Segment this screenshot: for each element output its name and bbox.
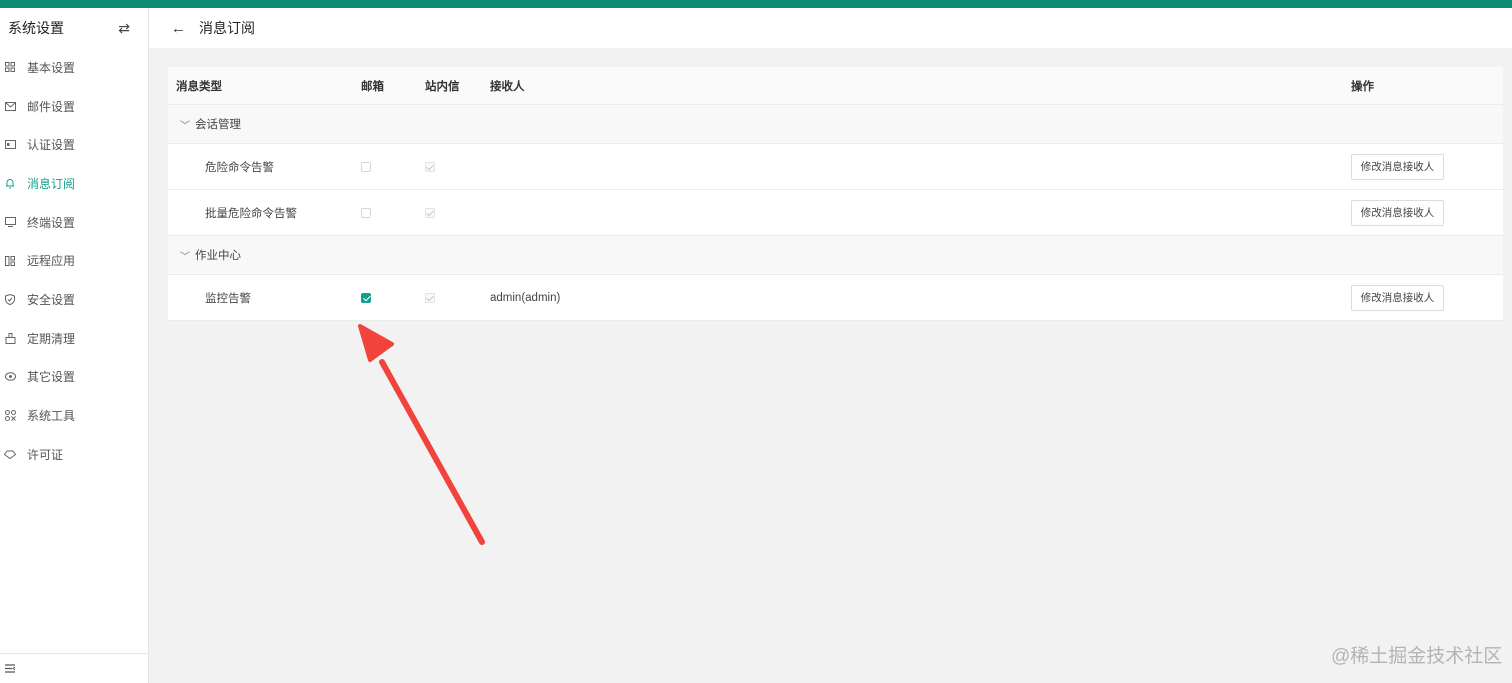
sidebar-item-tools[interactable]: 系统工具: [0, 396, 148, 435]
site-message-checkbox[interactable]: [425, 292, 435, 303]
table-header: 消息类型 邮箱 站内信 接收人 操作: [168, 67, 1503, 105]
sidebar-item-label: 认证设置: [27, 138, 76, 153]
sidebar-item-label: 定期清理: [27, 331, 76, 346]
group-name: 会话管理: [195, 119, 241, 131]
watermark: @稀土掘金技术社区: [1331, 646, 1503, 667]
sidebar-item-basic[interactable]: 基本设置: [0, 48, 148, 87]
broom-icon: [4, 332, 16, 344]
sidebar-item-label: 远程应用: [27, 254, 76, 269]
sidebar-item-remote-apps[interactable]: 远程应用: [0, 241, 148, 280]
sidebar-item-label: 系统工具: [27, 409, 76, 424]
sidebar-footer: [0, 653, 148, 683]
eye-icon: [4, 371, 16, 383]
mail-checkbox[interactable]: [361, 292, 371, 303]
id-card-icon: [4, 139, 16, 151]
site-message-checkbox[interactable]: [425, 207, 435, 218]
sidebar-menu: 基本设置 邮件设置 认证设置 消息订阅 终端设置 远程应用 安全设置 定期清理: [0, 48, 148, 474]
chevron-down-icon[interactable]: ﹀: [180, 248, 190, 263]
top-accent-bar: [0, 0, 1512, 8]
sidebar-item-label: 其它设置: [27, 370, 76, 385]
bell-icon: [4, 177, 16, 189]
mail-checkbox[interactable]: [361, 161, 371, 172]
tools-icon: [4, 410, 16, 422]
sidebar-item-label: 终端设置: [27, 215, 76, 230]
page-title: 消息订阅: [199, 20, 255, 36]
edit-receivers-button[interactable]: 修改消息接收人: [1351, 284, 1444, 311]
edit-receivers-button[interactable]: 修改消息接收人: [1351, 153, 1444, 180]
license-icon: [4, 448, 16, 460]
table-row: 监控告警 admin(admin) 修改消息接收人: [168, 275, 1503, 321]
sidebar-item-mail[interactable]: 邮件设置: [0, 87, 148, 126]
group-name: 作业中心: [195, 250, 241, 262]
sidebar: 系统设置 ⇄ 基本设置 邮件设置 认证设置 消息订阅 终端设置 远程应用 安全设…: [0, 8, 149, 683]
back-arrow-icon[interactable]: ←: [171, 20, 186, 37]
group-row-job-center[interactable]: ﹀ 作业中心: [168, 236, 1503, 275]
sidebar-item-other[interactable]: 其它设置: [0, 358, 148, 397]
page-header: ← 消息订阅: [149, 8, 1512, 48]
chevron-down-icon[interactable]: ﹀: [180, 117, 190, 132]
column-header-receivers: 接收人: [490, 80, 525, 93]
sidebar-item-security[interactable]: 安全设置: [0, 280, 148, 319]
sidebar-item-label: 安全设置: [27, 292, 76, 307]
subscription-table: 消息类型 邮箱 站内信 接收人 操作 ﹀ 会话管理 危险命令告警 修改消息接收人…: [168, 67, 1503, 321]
annotation-arrow: [358, 324, 485, 545]
apps-icon: [4, 255, 16, 267]
message-type-name: 危险命令告警: [205, 161, 274, 174]
switch-icon[interactable]: ⇄: [118, 20, 130, 37]
mail-icon: [4, 100, 16, 112]
sidebar-title: 系统设置: [8, 20, 64, 36]
message-type-name: 监控告警: [205, 292, 251, 305]
sidebar-item-label: 许可证: [27, 447, 64, 462]
receivers-value: admin(admin): [490, 291, 561, 304]
column-header-site: 站内信: [425, 80, 460, 93]
column-header-ops: 操作: [1351, 80, 1374, 93]
column-header-mail: 邮箱: [361, 80, 384, 93]
sidebar-item-auth[interactable]: 认证设置: [0, 125, 148, 164]
monitor-icon: [4, 216, 16, 228]
sidebar-item-label: 消息订阅: [27, 176, 76, 191]
edit-receivers-button[interactable]: 修改消息接收人: [1351, 199, 1444, 226]
table-row: 危险命令告警 修改消息接收人: [168, 144, 1503, 190]
grid-icon: [4, 61, 16, 73]
sidebar-item-terminal[interactable]: 终端设置: [0, 203, 148, 242]
sidebar-item-label: 邮件设置: [27, 99, 76, 114]
column-header-type: 消息类型: [176, 80, 222, 93]
site-message-checkbox[interactable]: [425, 161, 435, 172]
sidebar-header: 系统设置 ⇄: [0, 8, 148, 48]
sidebar-item-label: 基本设置: [27, 60, 76, 75]
mail-checkbox[interactable]: [361, 207, 371, 218]
message-type-name: 批量危险命令告警: [205, 207, 297, 220]
sidebar-item-message-subscription[interactable]: 消息订阅: [0, 164, 148, 203]
group-row-session[interactable]: ﹀ 会话管理: [168, 105, 1503, 144]
collapse-menu-icon[interactable]: [5, 662, 16, 676]
shield-icon: [4, 293, 16, 305]
table-row: 批量危险命令告警 修改消息接收人: [168, 190, 1503, 236]
sidebar-item-cleanup[interactable]: 定期清理: [0, 319, 148, 358]
sidebar-item-license[interactable]: 许可证: [0, 435, 148, 474]
